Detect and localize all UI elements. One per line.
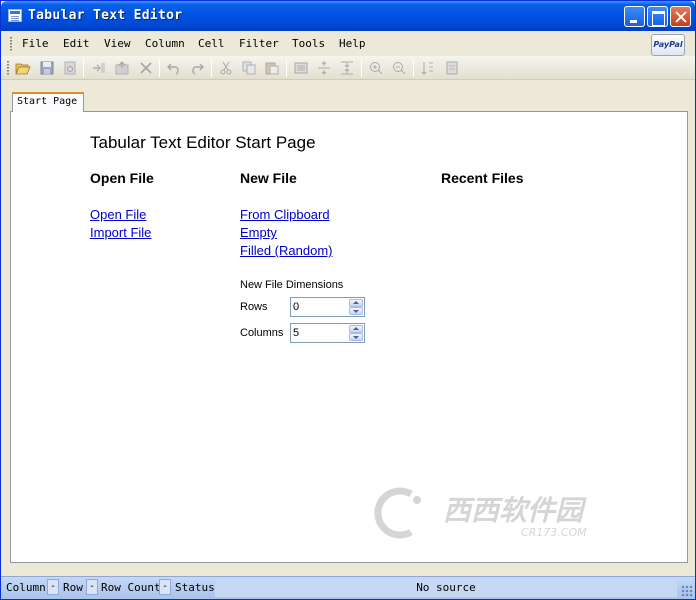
filled-random-link[interactable]: Filled (Random) (240, 243, 332, 258)
split-icon[interactable] (315, 59, 333, 77)
insert-row-icon[interactable] (90, 59, 108, 77)
toolbar-separator (159, 59, 160, 77)
watermark-subtext: CR173.COM (521, 526, 587, 539)
copy-icon[interactable] (240, 59, 258, 77)
page-title: Tabular Text Editor Start Page (90, 133, 316, 152)
columns-label: Columns (240, 327, 284, 339)
status-column-label: Column (6, 581, 46, 594)
import-file-link[interactable]: Import File (90, 225, 151, 240)
start-page-panel: Tabular Text Editor Start Page Open File… (10, 111, 688, 563)
menu-file[interactable]: File (22, 37, 49, 50)
window-title: Tabular Text Editor (28, 8, 183, 23)
merge-icon[interactable] (338, 59, 356, 77)
menu-tools[interactable]: Tools (292, 37, 325, 50)
properties-icon[interactable] (292, 59, 310, 77)
empty-link[interactable]: Empty (240, 225, 277, 240)
menu-cell[interactable]: Cell (198, 37, 225, 50)
toolbar (1, 56, 695, 80)
zoom-out-icon[interactable] (390, 59, 408, 77)
from-clipboard-link[interactable]: From Clipboard (240, 207, 330, 222)
status-column-value: - (47, 579, 59, 595)
toolbar-grip[interactable] (7, 61, 9, 75)
new-file-heading: New File (240, 170, 297, 186)
status-bar: Column - Row - Row Count - Status No sou… (1, 576, 695, 599)
rows-stepper[interactable] (290, 297, 365, 317)
columns-up-arrow-icon[interactable] (349, 325, 363, 333)
status-row-label: Row (63, 581, 83, 594)
app-window: Tabular Text Editor File Edit View Colum… (0, 0, 696, 600)
reload-icon[interactable] (61, 59, 79, 77)
columns-down-arrow-icon[interactable] (349, 333, 363, 341)
new-file-dimensions-label: New File Dimensions (240, 279, 344, 291)
rows-label: Rows (240, 301, 268, 313)
open-file-heading: Open File (90, 170, 154, 186)
toolbar-separator (211, 59, 212, 77)
toolbar-separator (286, 59, 287, 77)
zoom-in-icon[interactable] (367, 59, 385, 77)
save-icon[interactable] (38, 59, 56, 77)
status-source-text: No source (215, 579, 677, 597)
toolbar-separator (83, 59, 84, 77)
menu-column[interactable]: Column (145, 37, 185, 50)
open-folder-icon[interactable] (14, 59, 32, 77)
minimize-button[interactable] (624, 6, 645, 27)
menu-edit[interactable]: Edit (63, 37, 90, 50)
sort-icon[interactable] (419, 59, 437, 77)
watermark-logo: 西西软件园 CR173.COM (371, 484, 631, 542)
columns-stepper[interactable] (290, 323, 365, 343)
status-row-count-label: Row Count (101, 581, 161, 594)
delete-icon[interactable] (137, 59, 155, 77)
columns-input[interactable] (293, 325, 347, 341)
filter-icon[interactable] (443, 59, 461, 77)
app-icon[interactable] (8, 9, 22, 22)
rows-down-arrow-icon[interactable] (349, 307, 363, 315)
menubar-grip[interactable] (10, 37, 12, 51)
rows-up-arrow-icon[interactable] (349, 299, 363, 307)
title-bar[interactable]: Tabular Text Editor (1, 1, 695, 31)
recent-files-heading: Recent Files (441, 170, 524, 186)
status-row-value: - (86, 579, 98, 595)
menu-filter[interactable]: Filter (239, 37, 279, 50)
tab-start-page[interactable]: Start Page (12, 92, 84, 112)
export-icon[interactable] (113, 59, 131, 77)
close-button[interactable] (670, 6, 691, 27)
menu-view[interactable]: View (104, 37, 131, 50)
cut-icon[interactable] (217, 59, 235, 77)
undo-icon[interactable] (165, 59, 183, 77)
menu-bar: File Edit View Column Cell Filter Tools … (1, 31, 695, 56)
status-row-count-value: - (159, 579, 171, 595)
redo-icon[interactable] (188, 59, 206, 77)
status-status-label: Status (175, 581, 215, 594)
rows-input[interactable] (293, 299, 347, 315)
open-file-link[interactable]: Open File (90, 207, 146, 222)
paste-icon[interactable] (263, 59, 281, 77)
toolbar-separator (361, 59, 362, 77)
toolbar-separator (413, 59, 414, 77)
resize-grip-icon[interactable] (681, 585, 693, 597)
maximize-button[interactable] (647, 6, 668, 27)
paypal-button[interactable]: PayPal (651, 34, 685, 56)
menu-help[interactable]: Help (339, 37, 366, 50)
watermark-text: 西西软件园 (443, 494, 587, 527)
